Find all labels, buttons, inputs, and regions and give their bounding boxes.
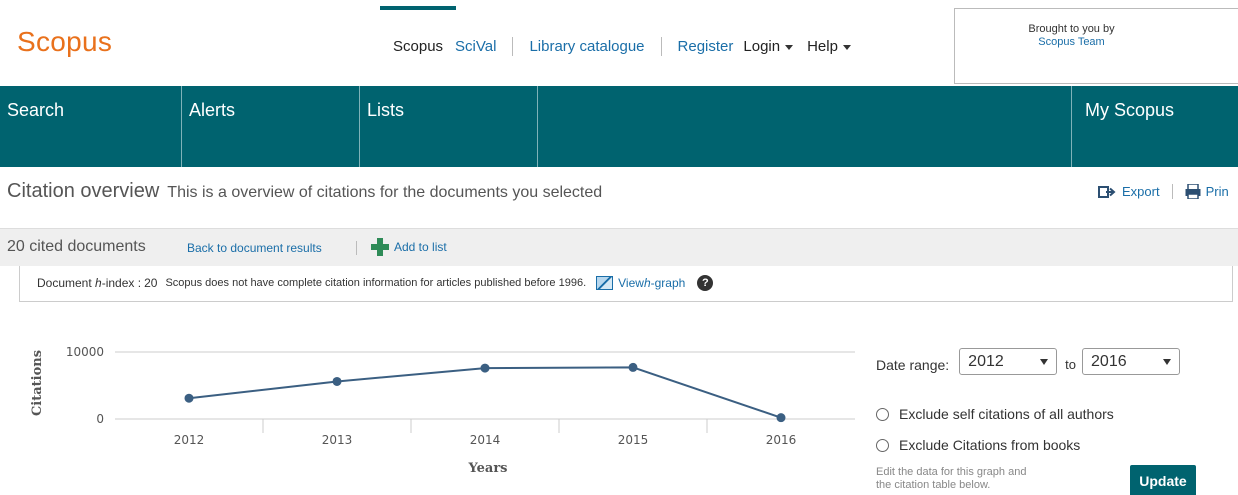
nav-scival-link[interactable]: SciVal — [455, 38, 496, 55]
h-index-note: Scopus does not have complete citation i… — [165, 277, 587, 289]
date-range-label: Date range: — [876, 356, 950, 373]
y-tick-label: 0 — [96, 412, 104, 426]
view-h-graph-prefix: View — [618, 276, 644, 290]
date-to-label: to — [1065, 357, 1077, 372]
date-from-value: 2012 — [968, 352, 1004, 370]
date-range-row: Date range: 2012 to 2016 — [876, 348, 1181, 375]
h-index-label-suffix: -index : — [101, 276, 142, 290]
date-to-select[interactable]: 2016 — [1082, 348, 1181, 375]
citation-overview-subtitle: This is a overview of citations for the … — [167, 184, 603, 201]
plus-icon — [371, 238, 389, 256]
add-to-list-label: Add to list — [394, 240, 447, 254]
edit-data-note: Edit the data for this graph and the cit… — [876, 466, 1096, 492]
toolbar-divider — [1171, 184, 1173, 199]
h-index-label-h: h — [95, 276, 102, 290]
x-tick-label: 2012 — [174, 433, 205, 447]
citations-chart: Citations Years 0 10000 2012 2013 2014 2015 20… — [0, 335, 860, 495]
edit-note-line-1: Edit the data for this graph and — [876, 466, 1027, 478]
nav-register-link[interactable]: Register — [678, 38, 734, 55]
exclude-self-citations-checkbox[interactable] — [876, 407, 889, 421]
help-icon[interactable]: ? — [697, 275, 714, 291]
date-from-select[interactable]: 2012 — [959, 348, 1058, 375]
exclude-books-checkbox[interactable] — [876, 438, 889, 452]
scopus-team-link[interactable]: Scopus Team — [955, 36, 1188, 49]
chevron-down-icon — [1163, 358, 1172, 365]
nav-scopus-link[interactable]: Scopus — [393, 38, 443, 55]
exclude-books-label: Exclude Citations from books — [899, 437, 1081, 453]
brought-to-you-box: Brought to you by Scopus Team — [954, 8, 1238, 84]
edit-note-line-2: the citation table below. — [876, 479, 991, 491]
cited-documents-bar: 20 cited documents Back to document resu… — [0, 228, 1238, 266]
main-navigation: Search Alerts Lists My Scopus — [0, 86, 1238, 167]
graph-controls: Date range: 2012 to 2016 Exclude self ci… — [876, 348, 1236, 495]
export-icon — [1098, 185, 1116, 198]
nav-login-label: Login — [743, 38, 781, 55]
h-index-panel: Document h-index : 20 Scopus does not ha… — [19, 266, 1233, 302]
top-navigation: Scopus SciVal Library catalogue Register… — [393, 37, 851, 56]
h-index-value: 20 — [144, 276, 158, 290]
x-axis-label: Years — [467, 461, 507, 476]
series-line — [188, 366, 782, 419]
x-tick-label: 2014 — [470, 433, 501, 447]
y-axis-label: Citations — [30, 350, 45, 416]
bar-divider — [356, 241, 357, 255]
exclude-self-citations-label: Exclude self citations of all authors — [899, 406, 1114, 422]
print-link[interactable]: Prin — [1206, 184, 1229, 199]
page-title: Citation overview This is a overview of c… — [7, 180, 602, 203]
graph-icon — [596, 276, 614, 290]
citation-overview-title: Citation overview — [7, 180, 160, 202]
nav-library-catalogue-link[interactable]: Library catalogue — [529, 38, 644, 55]
view-h-graph-h: h — [643, 276, 651, 290]
nav-tab-lists[interactable]: Lists — [360, 86, 538, 167]
chevron-down-icon — [1040, 358, 1049, 365]
nav-help-menu[interactable]: Help — [807, 38, 851, 55]
view-h-graph-link[interactable]: View h -graph — [596, 276, 685, 290]
add-to-list-button[interactable]: Add to list — [371, 238, 447, 256]
scopus-logo[interactable]: Scopus — [17, 26, 112, 58]
back-to-results-link[interactable]: Back to document results — [187, 241, 322, 255]
y-tick-label: 10000 — [66, 345, 104, 359]
update-button[interactable]: Update — [1130, 465, 1196, 495]
nav-tab-my-scopus[interactable]: My Scopus — [1072, 86, 1238, 167]
nav-tab-search[interactable]: Search — [0, 86, 182, 167]
h-index-label-prefix: Document — [37, 276, 96, 290]
exclude-books-row[interactable]: Exclude Citations from books — [876, 437, 1080, 453]
chevron-down-icon — [842, 44, 851, 50]
nav-divider — [512, 37, 514, 56]
active-tab-indicator — [380, 6, 456, 10]
date-to-value: 2016 — [1091, 352, 1127, 370]
nav-spacer — [538, 86, 1072, 167]
citations-chart-svg: Citations Years 0 10000 2012 2013 2014 2015 20… — [30, 345, 855, 476]
nav-tab-alerts[interactable]: Alerts — [182, 86, 360, 167]
x-tick-label: 2015 — [618, 433, 649, 447]
brought-label: Brought to you by — [1028, 23, 1115, 35]
x-tick-label: 2013 — [322, 433, 353, 447]
nav-divider — [660, 37, 662, 56]
cited-documents-count: 20 cited documents — [7, 238, 146, 255]
data-point — [332, 376, 342, 386]
export-link[interactable]: Export — [1122, 184, 1160, 199]
x-tick-label: 2016 — [766, 433, 797, 447]
data-point — [776, 413, 786, 423]
view-h-graph-suffix: -graph — [650, 276, 686, 290]
export-print-toolbar: Export Prin — [1098, 184, 1229, 199]
data-point — [628, 362, 638, 372]
chevron-down-icon — [785, 44, 794, 50]
data-point — [480, 363, 490, 373]
nav-help-label: Help — [807, 38, 838, 55]
nav-login-menu[interactable]: Login — [743, 38, 794, 55]
print-icon — [1185, 184, 1201, 199]
h-index-label: Document h-index : — [37, 276, 141, 290]
data-point — [184, 393, 194, 403]
exclude-self-citations-row[interactable]: Exclude self citations of all authors — [876, 406, 1114, 422]
